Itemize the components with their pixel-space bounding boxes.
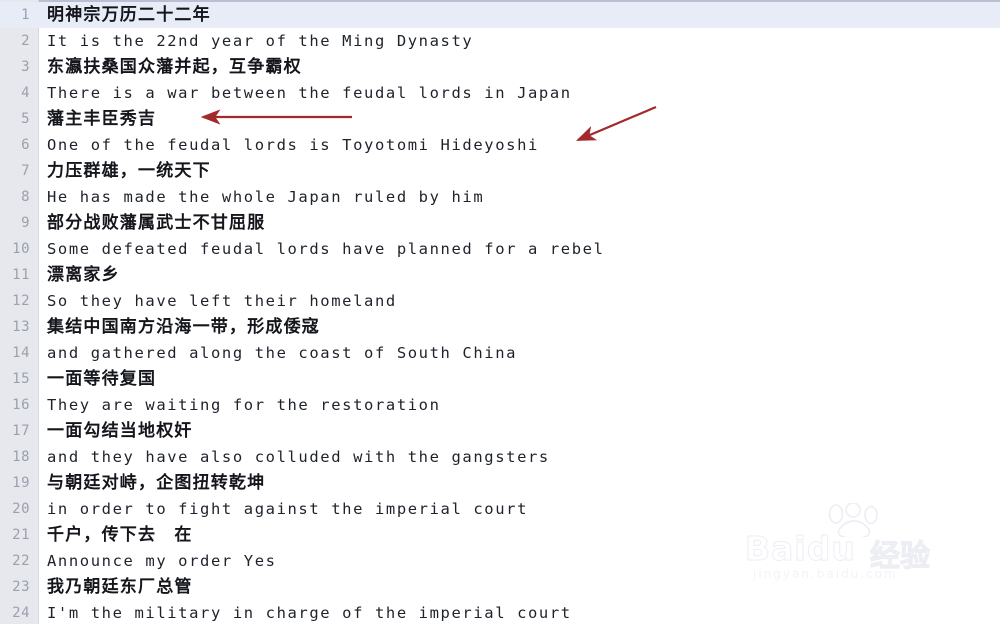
line-text[interactable]: and they have also colluded with the gan…: [47, 444, 550, 470]
line-number: 1: [21, 7, 30, 23]
line-text[interactable]: Some defeated feudal lords have planned …: [47, 236, 605, 262]
subtitle-line-list: 1 明神宗万历二十二年 2 It is the 22nd year of the Mi…: [0, 2, 1000, 624]
line-number: 20: [12, 501, 30, 517]
line-number: 5: [21, 111, 30, 127]
subtitle-line[interactable]: 24 I'm the military in charge of the impe…: [0, 600, 1000, 624]
line-text[interactable]: I'm the military in charge of the imperi…: [47, 600, 572, 624]
line-text[interactable]: 千户，传下去 在: [47, 522, 193, 548]
subtitle-line[interactable]: 15 一面等待复国: [0, 366, 1000, 392]
subtitle-line[interactable]: 1 明神宗万历二十二年: [0, 2, 1000, 28]
subtitle-line[interactable]: 16 They are waiting for the restoration: [0, 392, 1000, 418]
subtitle-line[interactable]: 12 So they have left their homeland: [0, 288, 1000, 314]
line-number: 2: [21, 33, 30, 49]
line-text[interactable]: 与朝廷对峙，企图扭转乾坤: [47, 470, 265, 496]
line-text[interactable]: and gathered along the coast of South Ch…: [47, 340, 517, 366]
line-text[interactable]: One of the feudal lords is Toyotomi Hide…: [47, 132, 539, 158]
line-text[interactable]: There is a war between the feudal lords …: [47, 80, 572, 106]
subtitle-line[interactable]: 8 He has made the whole Japan ruled by hi…: [0, 184, 1000, 210]
subtitle-line[interactable]: 21 千户，传下去 在: [0, 522, 1000, 548]
subtitle-line[interactable]: 13 集结中国南方沿海一带，形成倭寇: [0, 314, 1000, 340]
subtitle-line[interactable]: 5 藩主丰臣秀吉: [0, 106, 1000, 132]
subtitle-line[interactable]: 4 There is a war between the feudal lords…: [0, 80, 1000, 106]
line-text[interactable]: It is the 22nd year of the Ming Dynasty: [47, 28, 473, 54]
line-number: 24: [12, 605, 30, 621]
line-number: 18: [12, 449, 30, 465]
subtitle-line[interactable]: 14 and gathered along the coast of South …: [0, 340, 1000, 366]
subtitle-line[interactable]: 11 漂离家乡: [0, 262, 1000, 288]
line-number: 15: [12, 371, 30, 387]
line-text[interactable]: 藩主丰臣秀吉: [47, 106, 156, 132]
subtitle-line[interactable]: 18 and they have also colluded with the g…: [0, 444, 1000, 470]
line-number: 22: [12, 553, 30, 569]
line-number: 8: [21, 189, 30, 205]
line-number: 6: [21, 137, 30, 153]
line-number: 10: [12, 241, 30, 257]
line-number: 3: [21, 59, 30, 75]
line-text[interactable]: They are waiting for the restoration: [47, 392, 441, 418]
line-number: 7: [21, 163, 30, 179]
subtitle-line[interactable]: 7 力压群雄，一统天下: [0, 158, 1000, 184]
subtitle-line[interactable]: 3 东瀛扶桑国众藩并起，互争霸权: [0, 54, 1000, 80]
subtitle-line[interactable]: 9 部分战败藩属武士不甘屈服: [0, 210, 1000, 236]
line-text[interactable]: in order to fight against the imperial c…: [47, 496, 528, 522]
subtitle-line[interactable]: 19 与朝廷对峙，企图扭转乾坤: [0, 470, 1000, 496]
subtitle-line[interactable]: 20 in order to fight against the imperial…: [0, 496, 1000, 522]
line-text[interactable]: 力压群雄，一统天下: [47, 158, 211, 184]
line-text[interactable]: He has made the whole Japan ruled by him: [47, 184, 484, 210]
line-text[interactable]: 我乃朝廷东厂总管: [47, 574, 193, 600]
line-text[interactable]: 一面勾结当地权奸: [47, 418, 193, 444]
subtitle-line[interactable]: 2 It is the 22nd year of the Ming Dynasty: [0, 28, 1000, 54]
line-text[interactable]: 漂离家乡: [47, 262, 120, 288]
line-number: 9: [21, 215, 30, 231]
subtitle-line[interactable]: 17 一面勾结当地权奸: [0, 418, 1000, 444]
line-number: 17: [12, 423, 30, 439]
subtitle-line[interactable]: 23 我乃朝廷东厂总管: [0, 574, 1000, 600]
line-number: 14: [12, 345, 30, 361]
line-text[interactable]: 部分战败藩属武士不甘屈服: [47, 210, 265, 236]
line-number: 19: [12, 475, 30, 491]
line-text[interactable]: 明神宗万历二十二年: [47, 2, 211, 28]
line-text[interactable]: So they have left their homeland: [47, 288, 397, 314]
line-text[interactable]: 东瀛扶桑国众藩并起，互争霸权: [47, 54, 302, 80]
subtitle-line[interactable]: 22 Announce my order Yes: [0, 548, 1000, 574]
line-number: 12: [12, 293, 30, 309]
line-text[interactable]: 一面等待复国: [47, 366, 156, 392]
line-number: 4: [21, 85, 30, 101]
screenshot-root: 1 明神宗万历二十二年 2 It is the 22nd year of the Mi…: [0, 0, 1000, 624]
line-number: 11: [12, 267, 30, 283]
line-number: 16: [12, 397, 30, 413]
line-number: 23: [12, 579, 30, 595]
subtitle-line[interactable]: 10 Some defeated feudal lords have planne…: [0, 236, 1000, 262]
line-number: 21: [12, 527, 30, 543]
line-number: 13: [12, 319, 30, 335]
line-text[interactable]: 集结中国南方沿海一带，形成倭寇: [47, 314, 320, 340]
line-text[interactable]: Announce my order Yes: [47, 548, 277, 574]
subtitle-line[interactable]: 6 One of the feudal lords is Toyotomi Hid…: [0, 132, 1000, 158]
